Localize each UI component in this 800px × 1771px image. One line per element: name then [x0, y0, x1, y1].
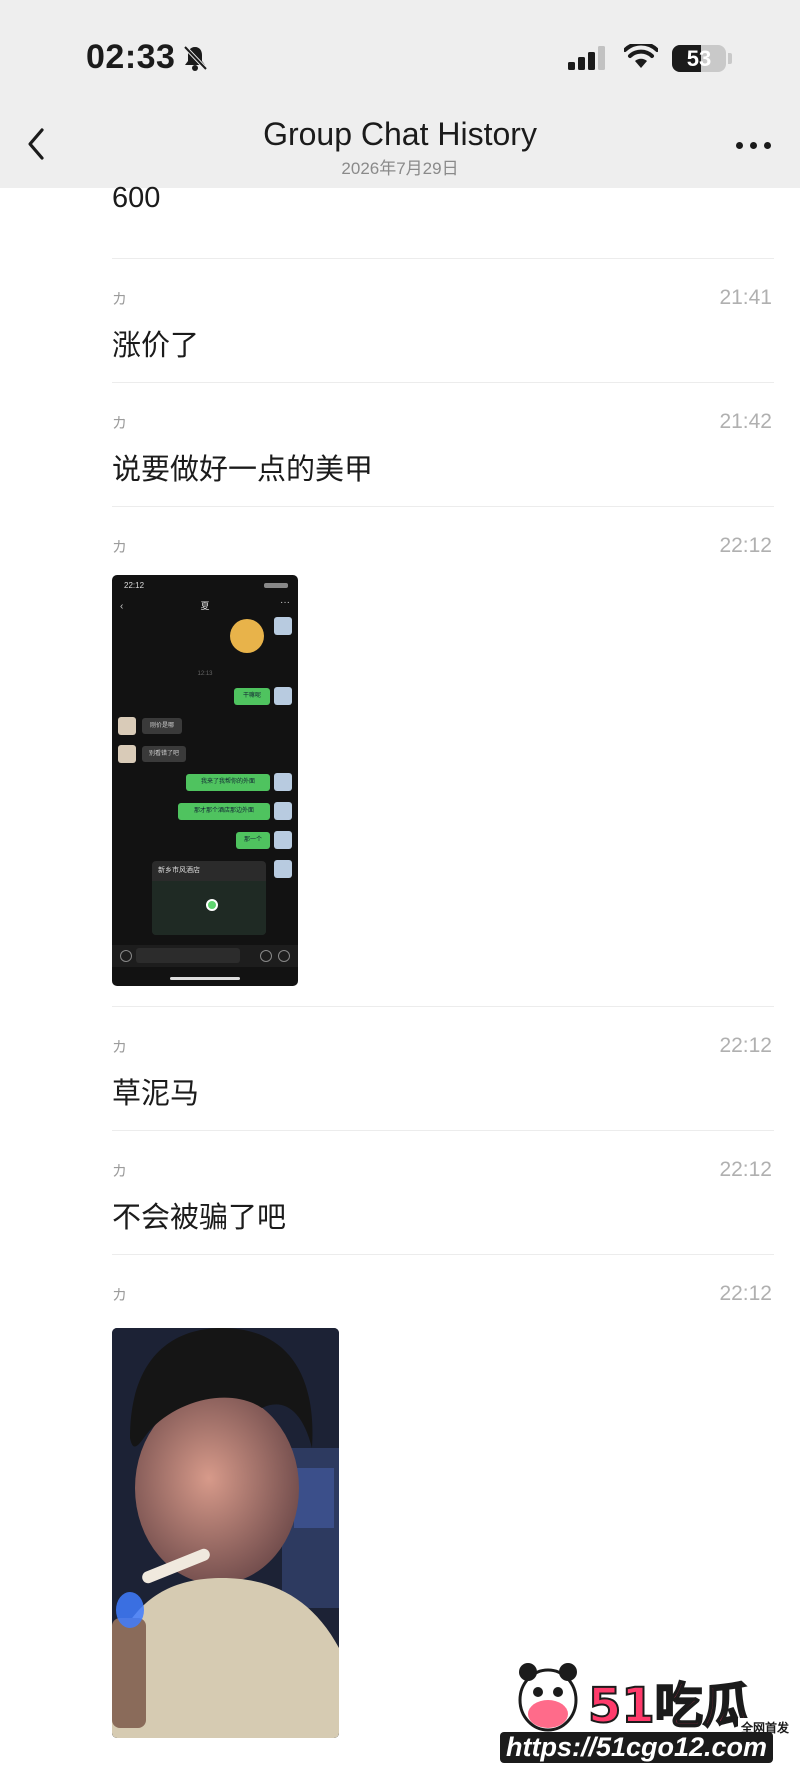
screenshot-bubble: 我来了我帮你的外面: [186, 774, 270, 791]
screenshot-voice-icon: [120, 950, 132, 962]
page-title: Group Chat History: [263, 116, 537, 152]
screenshot-contact-name: 夏: [200, 601, 210, 611]
screenshot-avatar: [274, 802, 292, 820]
screenshot-avatar: [118, 745, 136, 763]
message-item: カ 22:12 不会被骗了吧: [112, 1130, 772, 1254]
message-item: カ 22:12 草泥马: [112, 1006, 772, 1130]
screenshot-avatar: [274, 617, 292, 635]
message-item: カ 21:41 涨价了: [112, 258, 772, 382]
screenshot-avatar: [274, 831, 292, 849]
message-sender: カ: [112, 1039, 128, 1056]
message-time: 22:12: [719, 1282, 772, 1305]
status-time: 02:33: [86, 38, 176, 76]
screenshot-bubble: 干嘛呢: [234, 688, 270, 705]
watermark-brand: 51吃瓜: [587, 1677, 752, 1735]
message-item: カ 21:42 说要做好一点的美甲: [112, 382, 772, 506]
screenshot-location-title: 新乡市风酒店: [158, 867, 200, 874]
screenshot-status: [264, 583, 288, 588]
message-item: 600: [112, 182, 772, 258]
screenshot-sticker: [230, 619, 264, 653]
message-sender: カ: [112, 415, 128, 432]
battery-cap: [728, 53, 732, 64]
message-time: 22:12: [719, 1034, 772, 1057]
screenshot-bubble-text: 刚价是哪: [149, 723, 174, 729]
screenshot-bubble: 刚价是哪: [142, 718, 182, 734]
chat-screenshot-image[interactable]: 22:12 ‹ 夏 ··· 12:13 干嘛呢 刚价是哪 别看错了吧 我来了我帮…: [112, 575, 298, 986]
message-text: 600: [112, 182, 161, 214]
screenshot-center-time: 12:13: [197, 671, 213, 677]
screenshot-more-icon: ···: [280, 597, 290, 608]
message-text: 不会被骗了吧: [112, 1202, 287, 1234]
screenshot-avatar: [274, 773, 292, 791]
screenshot-bubble-text: 别看错了吧: [148, 751, 179, 757]
message-text: 草泥马: [112, 1078, 200, 1110]
screenshot-location-card: 新乡市风酒店: [152, 861, 266, 935]
screenshot-home-indicator: [170, 977, 240, 980]
screenshot-bubble: 那才那个酒店那边外面: [178, 803, 270, 820]
screenshot-bubble-text: 干嘛呢: [242, 693, 261, 699]
message-time: 22:12: [719, 534, 772, 557]
message-sender: カ: [112, 539, 128, 556]
nav-bar: Group Chat History 2026年7月29日: [0, 110, 800, 188]
message-sender: カ: [112, 1163, 128, 1180]
screenshot-bubble-text: 那一个: [243, 837, 262, 843]
status-bar: 02:33 53: [0, 0, 800, 110]
message-text: 涨价了: [112, 330, 200, 362]
message-sender: カ: [112, 291, 128, 308]
watermark: 51吃瓜 全网首发 https://51cgo12.com: [500, 1638, 800, 1766]
battery-icon: 53: [672, 45, 726, 72]
selfie-illustration: [112, 1328, 339, 1738]
message-time: 21:41: [719, 286, 772, 309]
message-time: 21:42: [719, 410, 772, 433]
message-time: 22:12: [719, 1158, 772, 1181]
ellipsis-icon[interactable]: [734, 140, 774, 152]
screenshot-plus-icon: [278, 950, 290, 962]
screenshot-avatar: [118, 717, 136, 735]
screenshot-avatar: [274, 860, 292, 878]
screenshot-map-pin-icon: [206, 899, 218, 911]
selfie-photo[interactable]: [112, 1328, 339, 1738]
screenshot-input-field: [136, 948, 240, 963]
screenshot-bubble: 那一个: [236, 832, 270, 849]
screenshot-bubble-text: 我来了我帮你的外面: [200, 779, 255, 785]
screenshot-emoji-icon: [260, 950, 272, 962]
screenshot-avatar: [274, 687, 292, 705]
battery-percent: 53: [686, 46, 712, 71]
message-list[interactable]: 600 カ 21:41 涨价了 カ 21:42 说要做好一点的美甲 カ 22:1…: [0, 182, 800, 1766]
wifi-icon: [624, 44, 658, 68]
page-subtitle-date: 2026年7月29日: [341, 159, 459, 178]
message-sender: カ: [112, 1287, 128, 1304]
screenshot-bubble-text: 那才那个酒店那边外面: [193, 808, 254, 814]
screenshot-time: 22:12: [124, 581, 145, 590]
cellular-signal-icon: [568, 46, 605, 70]
message-text: 说要做好一点的美甲: [112, 454, 374, 486]
watermark-url: https://51cgo12.com: [500, 1732, 774, 1763]
screenshot-bubble: 别看错了吧: [142, 746, 186, 762]
bell-slash-icon: [183, 45, 208, 71]
